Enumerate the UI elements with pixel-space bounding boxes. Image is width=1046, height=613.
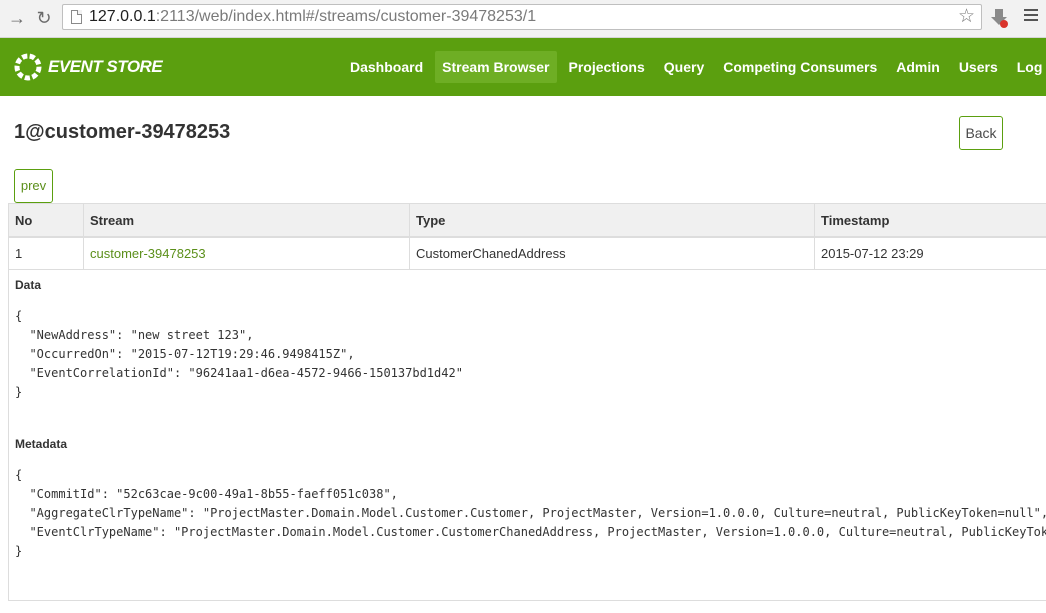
nav-dashboard[interactable]: Dashboard bbox=[343, 51, 430, 83]
download-extension-icon[interactable] bbox=[989, 7, 1009, 29]
back-button[interactable]: Back bbox=[959, 116, 1003, 150]
nav-admin[interactable]: Admin bbox=[889, 51, 947, 83]
url-text: 127.0.0.1:2113/web/index.html#/streams/c… bbox=[89, 8, 537, 25]
main-menu: Dashboard Stream Browser Projections Que… bbox=[343, 51, 1046, 83]
cell-no: 1 bbox=[8, 236, 84, 270]
nav-query[interactable]: Query bbox=[657, 51, 711, 83]
nav-log-out[interactable]: Log Out bbox=[1010, 51, 1046, 83]
event-store-logo[interactable]: EVENT STORE bbox=[14, 52, 163, 82]
browser-toolbar: → ↻ 127.0.0.1:2113/web/index.html#/strea… bbox=[0, 0, 1046, 38]
app-navbar: EVENT STORE Dashboard Stream Browser Pro… bbox=[0, 38, 1046, 96]
brand-name: EVENT STORE bbox=[48, 57, 163, 76]
cell-stream: customer-39478253 bbox=[83, 236, 410, 270]
table-header-row: No Stream Type Timestamp bbox=[8, 203, 1046, 238]
header-no: No bbox=[8, 203, 84, 238]
event-body: Data { "NewAddress": "new street 123", "… bbox=[8, 268, 1046, 601]
page-icon bbox=[71, 10, 82, 24]
nav-users[interactable]: Users bbox=[952, 51, 1005, 83]
prev-button[interactable]: prev bbox=[14, 169, 53, 203]
browser-menu-icon[interactable] bbox=[1024, 9, 1038, 23]
address-bar[interactable]: 127.0.0.1:2113/web/index.html#/streams/c… bbox=[62, 4, 982, 30]
metadata-json: { "CommitId": "52c63cae-9c00-49a1-8b55-f… bbox=[15, 468, 1046, 558]
table-row: 1 customer-39478253 CustomerChanedAddres… bbox=[8, 236, 1046, 270]
cell-timestamp: 2015-07-12 23:29 bbox=[814, 236, 1046, 270]
data-label: Data bbox=[15, 278, 42, 292]
reload-icon[interactable]: ↻ bbox=[33, 7, 55, 29]
nav-projections[interactable]: Projections bbox=[562, 51, 652, 83]
header-type: Type bbox=[409, 203, 815, 238]
logo-ring-icon bbox=[14, 53, 42, 81]
nav-stream-browser[interactable]: Stream Browser bbox=[435, 51, 557, 83]
data-json: { "NewAddress": "new street 123", "Occur… bbox=[15, 309, 463, 399]
event-table: No Stream Type Timestamp 1 customer-3947… bbox=[8, 203, 1046, 270]
bookmark-star-icon[interactable]: ☆ bbox=[958, 6, 975, 28]
header-stream: Stream bbox=[83, 203, 410, 238]
cell-type: CustomerChanedAddress bbox=[409, 236, 815, 270]
header-timestamp: Timestamp bbox=[814, 203, 1046, 238]
stream-link[interactable]: customer-39478253 bbox=[90, 246, 206, 261]
page-title: 1@customer-39478253 bbox=[14, 121, 231, 143]
nav-competing-consumers[interactable]: Competing Consumers bbox=[716, 51, 884, 83]
forward-arrow-icon[interactable]: → bbox=[6, 7, 28, 29]
metadata-label: Metadata bbox=[15, 437, 68, 451]
